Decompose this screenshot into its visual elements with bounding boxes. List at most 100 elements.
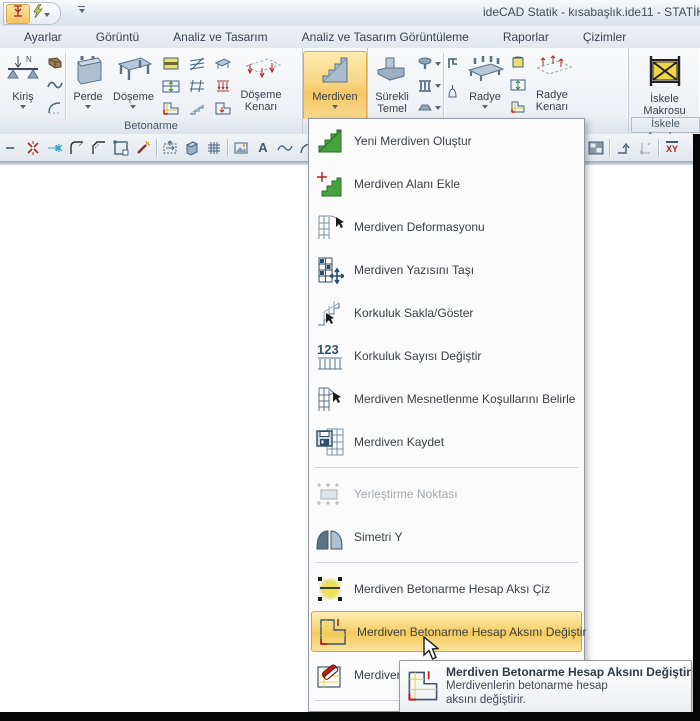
- tooltip-description-line2: aksını değiştirir.: [446, 694, 526, 706]
- group-label-iskele-ayarlari[interactable]: İskele Ayarları: [631, 117, 700, 143]
- tab-analiz-ve-tasarim-goruntuleme[interactable]: Analiz ve Tasarım Görüntüleme: [292, 28, 479, 46]
- doseme-kenari-button[interactable]: Döşeme Kenarı: [237, 52, 285, 120]
- symmetry-y-icon: [314, 521, 346, 553]
- pad-footing-button[interactable]: [417, 97, 441, 117]
- menu-item-korkuluk-sayisi-degistir[interactable]: 123 Korkuluk Sayısı Değiştir: [309, 334, 584, 377]
- lightning-tool-quick-button[interactable]: [30, 3, 52, 23]
- slab-icon: [113, 54, 153, 91]
- beam-tool-quick-button[interactable]: [6, 3, 30, 24]
- perde-button[interactable]: Perde: [68, 52, 108, 120]
- menu-item-hesap-aksi-ciz[interactable]: Merdiven Betonarme Hesap Aksı Çiz: [309, 567, 584, 610]
- toolbar-right-cluster: XY: [585, 134, 683, 161]
- clipped-tool-button[interactable]: [0, 137, 22, 159]
- menu-item-label: Yerleştirme Noktası: [354, 486, 458, 501]
- slab-span-button[interactable]: [158, 75, 184, 97]
- raft-highlight-button[interactable]: [510, 53, 526, 73]
- dropdown-arrow-icon: [435, 62, 441, 66]
- slab-highlight-button[interactable]: [158, 53, 184, 75]
- magic-wand-tool-button[interactable]: [132, 137, 154, 159]
- surekli-temel-button[interactable]: Sürekli Temel: [369, 52, 415, 120]
- tab-cizimler[interactable]: Çizimler: [573, 28, 636, 46]
- corner-beam-button[interactable]: [47, 53, 63, 73]
- menu-item-label: Merdiven Betonarme Hesap Aksını Değiştir: [357, 624, 587, 639]
- railing-toggle-icon: [314, 297, 346, 329]
- doseme-kenari-label-line1: Döşeme: [240, 89, 282, 101]
- text-tool-button[interactable]: A: [252, 137, 274, 159]
- menu-item-merdiven-deformasyonu[interactable]: Merdiven Deformasyonu: [309, 205, 584, 248]
- slab-grid-button[interactable]: [184, 75, 210, 97]
- menu-item-yeni-merdiven-olustur[interactable]: Yeni Merdiven Oluştur: [309, 119, 584, 162]
- polyline-direction-button[interactable]: [612, 137, 634, 159]
- rect-select-tool-button[interactable]: [110, 137, 132, 159]
- menu-item-merdiven-kaydet[interactable]: Merdiven Kaydet: [309, 420, 584, 463]
- fillet-tool-button[interactable]: [66, 137, 88, 159]
- divider: [156, 138, 157, 157]
- move-tool-button[interactable]: [159, 137, 181, 159]
- menu-item-label: Merdiven Alanı Ekle: [354, 176, 461, 191]
- slab-axis-button[interactable]: [158, 97, 184, 119]
- kiris-label: Kiriş: [12, 91, 34, 103]
- radye-label: Radye: [469, 91, 501, 103]
- viewport-layout-button[interactable]: [585, 137, 607, 159]
- radye-button[interactable]: Radye: [462, 52, 508, 120]
- window-edge-right: [693, 134, 700, 721]
- image-tool-button[interactable]: [230, 137, 252, 159]
- chamfer-tool-button[interactable]: [88, 137, 110, 159]
- pile-button[interactable]: [446, 81, 460, 101]
- merdiven-button[interactable]: Merdiven: [303, 51, 367, 121]
- surekli-temel-label-line1: Sürekli: [375, 91, 409, 103]
- iskele-makrosu-button[interactable]: İskele Makrosu: [640, 52, 688, 120]
- beam-icon: [11, 4, 25, 23]
- break-tool-button[interactable]: [22, 137, 44, 159]
- polyline-beam-button[interactable]: [47, 75, 63, 95]
- menu-item-hesap-aksini-degistir[interactable]: Merdiven Betonarme Hesap Aksını Değiştir: [311, 611, 586, 652]
- divider: [443, 53, 444, 119]
- box-3d-tool-button[interactable]: [181, 137, 203, 159]
- raft-span-button[interactable]: [510, 75, 526, 95]
- tab-analiz-ve-tasarim[interactable]: Analiz ve Tasarım: [163, 28, 277, 46]
- ucs-axes-button[interactable]: [634, 137, 656, 159]
- ribbon-group-iskele: İskele Makrosu İskele Ayarları: [629, 48, 700, 143]
- title-bar: ideCAD Statik - kısabaşlık.ide11 - STATİ…: [0, 0, 700, 27]
- single-footing-button[interactable]: [417, 53, 441, 73]
- menu-item-merdiven-mesnetlenme[interactable]: Merdiven Mesnetlenme Koşullarını Belirle: [309, 377, 584, 420]
- raft-axis-button[interactable]: [510, 97, 526, 117]
- xy-coordinates-button[interactable]: XY: [661, 137, 683, 159]
- divider: [609, 138, 610, 157]
- divider: [658, 138, 659, 157]
- grid-tool-button[interactable]: [203, 137, 225, 159]
- placement-point-icon: [314, 478, 346, 510]
- merdiven-dropdown-menu: Yeni Merdiven Oluştur Merdiven Alanı Ekl…: [308, 118, 586, 721]
- slab-edge-icon: [240, 54, 282, 89]
- menu-item-korkuluk-sakla-goster[interactable]: Korkuluk Sakla/Göster: [309, 291, 584, 334]
- tab-goruntu[interactable]: Görüntü: [86, 28, 149, 46]
- tab-raporlar[interactable]: Raporlar: [493, 28, 559, 46]
- stairs-deformation-icon: [314, 211, 346, 243]
- kiris-button[interactable]: N Kiriş: [1, 52, 45, 120]
- spline-tool-button[interactable]: [274, 137, 296, 159]
- doseme-label: Döşeme: [113, 91, 154, 103]
- menu-item-merdiven-yazisini-tasi[interactable]: Merdiven Yazısını Taşı: [309, 248, 584, 291]
- group-label-betonarme: Betonarme: [0, 119, 302, 134]
- stair-section-button[interactable]: [184, 97, 210, 119]
- corner-foundation-button[interactable]: [446, 53, 460, 73]
- tab-ayarlar[interactable]: Ayarlar: [14, 28, 72, 46]
- column-group-button[interactable]: [417, 75, 441, 95]
- radye-kenari-label-line2: Kenarı: [535, 101, 569, 113]
- menu-item-label: Merdiven Betonarme Hesap Aksı Çiz: [354, 581, 551, 596]
- slab-load-button[interactable]: [210, 75, 236, 97]
- arc-beam-button[interactable]: [47, 97, 63, 117]
- window-edge-bottom: [0, 712, 700, 721]
- customize-quick-access-button[interactable]: [78, 6, 85, 13]
- menu-separator: [315, 562, 578, 563]
- xy-glyph: XY: [665, 141, 678, 154]
- slab-3d-button[interactable]: [210, 53, 236, 75]
- radye-kenari-button[interactable]: Radye Kenarı: [528, 52, 576, 120]
- menu-item-simetri-y[interactable]: Simetri Y: [309, 515, 584, 558]
- customize-icon: [78, 6, 85, 7]
- menu-item-merdiven-alani-ekle[interactable]: Merdiven Alanı Ekle: [309, 162, 584, 205]
- extend-tool-button[interactable]: [44, 137, 66, 159]
- slab-edge-axis-button[interactable]: [210, 97, 236, 119]
- doseme-button[interactable]: Döşeme: [110, 52, 157, 120]
- slab-hatch-button[interactable]: [184, 53, 210, 75]
